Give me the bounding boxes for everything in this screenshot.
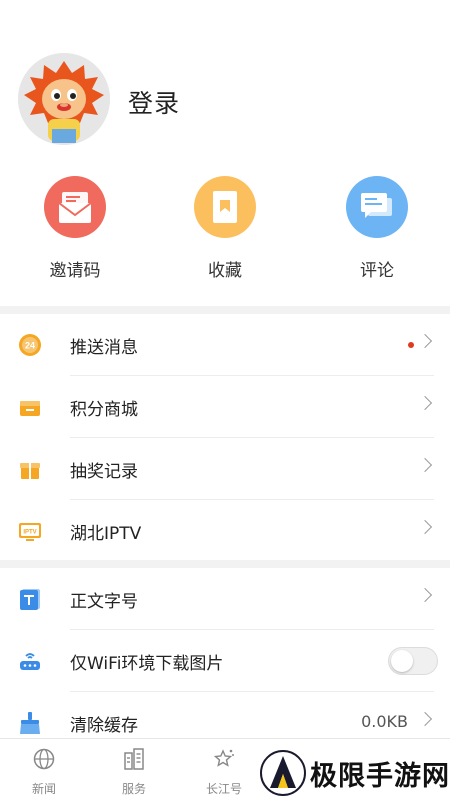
menu-item-hubei-iptv[interactable]: IPTV 湖北IPTV	[0, 500, 450, 562]
cache-size-value: 0.0KB	[361, 712, 408, 731]
quick-actions: 邀请码 收藏 评论	[0, 170, 450, 305]
watermark: 极限手游网	[254, 744, 450, 800]
tab-services[interactable]: 服务	[99, 747, 169, 797]
star-icon	[213, 749, 234, 767]
push-badge-icon: 24	[19, 334, 41, 356]
svg-text:24: 24	[25, 341, 35, 351]
svg-text:IPTV: IPTV	[23, 530, 36, 536]
comments-label: 评论	[360, 261, 394, 281]
bookmark-icon	[194, 176, 256, 238]
section-divider	[0, 560, 450, 568]
watermark-text: 极限手游网	[310, 761, 450, 792]
avatar[interactable]	[18, 53, 110, 145]
profile-header: 登录	[0, 0, 450, 160]
gift-icon	[20, 463, 40, 479]
building-icon	[124, 748, 144, 770]
chevron-right-icon	[417, 395, 433, 411]
toggle-knob	[391, 650, 413, 672]
menu-item-label: 积分商城	[70, 400, 138, 420]
menu-item-lottery-records[interactable]: 抽奖记录	[0, 438, 450, 500]
favorites-button[interactable]: 收藏	[170, 176, 280, 281]
invite-code-button[interactable]: 邀请码	[20, 176, 130, 281]
chevron-right-icon	[417, 519, 433, 535]
broom-icon	[20, 712, 40, 734]
login-link[interactable]: 登录	[128, 84, 180, 120]
chevron-right-icon	[417, 587, 433, 603]
menu-item-label: 抽奖记录	[70, 462, 138, 482]
envelope-icon	[44, 176, 106, 238]
favorites-label: 收藏	[208, 261, 242, 281]
menu-item-push-messages[interactable]: 24 推送消息	[0, 314, 450, 376]
chevron-right-icon	[417, 711, 433, 727]
chevron-right-icon	[417, 457, 433, 473]
watermark-logo-icon	[260, 750, 306, 796]
tab-news[interactable]: 新闻	[9, 747, 79, 797]
menu-item-label: 推送消息	[70, 338, 138, 358]
tab-label: 新闻	[31, 782, 56, 796]
tab-changjiang-hao[interactable]: 长江号	[189, 747, 259, 797]
tab-label: 服务	[121, 782, 146, 796]
menu-item-label: 仅WiFi环境下载图片	[70, 654, 224, 674]
unread-dot	[408, 342, 414, 348]
comments-button[interactable]: 评论	[322, 176, 432, 281]
menu-item-label: 湖北IPTV	[70, 524, 142, 544]
section-divider	[0, 306, 450, 314]
menu-item-label: 清除缓存	[70, 716, 138, 736]
menu-item-font-size[interactable]: 正文字号	[0, 568, 450, 630]
menu-item-wifi-only-images: 仅WiFi环境下载图片	[0, 630, 450, 692]
wifi-only-toggle[interactable]	[388, 647, 438, 675]
tv-icon: IPTV	[19, 523, 41, 541]
store-icon	[20, 401, 40, 416]
menu-item-points-mall[interactable]: 积分商城	[0, 376, 450, 438]
globe-icon	[33, 748, 55, 770]
tab-label: 长江号	[205, 782, 242, 796]
router-icon	[20, 653, 40, 670]
menu-item-label: 正文字号	[70, 592, 138, 612]
font-size-icon	[20, 589, 40, 610]
invite-code-label: 邀请码	[49, 261, 101, 281]
chevron-right-icon	[417, 333, 433, 349]
comment-icon	[346, 176, 408, 238]
mascot-avatar-icon	[18, 53, 110, 145]
